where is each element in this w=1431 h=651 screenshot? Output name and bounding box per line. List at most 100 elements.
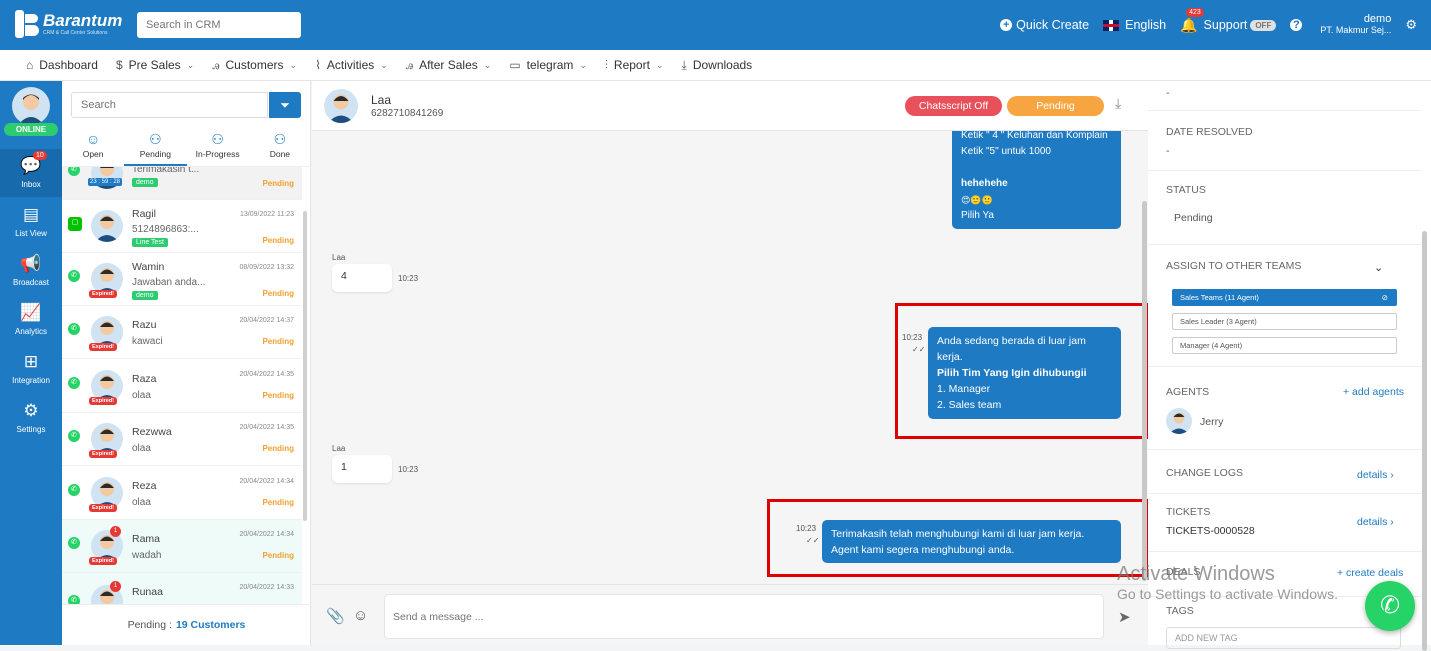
message-sender: Laa — [332, 253, 346, 262]
sidebar-item-inbox[interactable]: 💬 10 Inbox — [0, 149, 62, 197]
tags-label: TAGS — [1166, 605, 1194, 617]
nav-telegram[interactable]: ▭ telegram ⌄ — [509, 58, 587, 72]
left-sidebar: ONLINE 💬 10 Inbox ▤ List View 📢 Broadcas… — [0, 81, 62, 645]
plus-icon: + — [1000, 19, 1013, 31]
chat-name: Reza — [132, 480, 157, 492]
user-avatar[interactable] — [12, 87, 50, 125]
chevron-down-icon: ⌄ — [289, 59, 298, 70]
ticket-value[interactable]: TICKETS-0000528 — [1166, 525, 1255, 537]
chat-list-item[interactable]: ✆ 1 Runaa 20/04/2022 14:33 — [62, 573, 302, 604]
message-area-scrollbar[interactable] — [1142, 201, 1147, 581]
quick-create-button[interactable]: + Quick Create — [1000, 18, 1089, 32]
gear-icon[interactable]: ⚙ — [1405, 17, 1417, 33]
bell-icon[interactable]: 🔔 423 — [1180, 7, 1204, 34]
chat-list-scrollbar[interactable] — [303, 211, 307, 521]
sidebar-item-label: List View — [15, 229, 47, 238]
chat-list-item[interactable]: ✆ Expired! Wamin 08/09/2022 13:32 Jawaba… — [62, 253, 302, 306]
nav-after-sales[interactable]: ꭿ After Sales ⌄ — [406, 58, 492, 73]
sidebar-item-broadcast[interactable]: 📢 Broadcast — [0, 254, 62, 287]
chevron-down-icon: ⌄ — [186, 59, 195, 70]
chatscript-toggle-button[interactable]: Chatsscript Off — [905, 96, 1002, 116]
nav-downloads[interactable]: ⤓ Downloads — [682, 58, 753, 73]
line-chart-icon: 📈 — [20, 303, 42, 322]
nav-activities[interactable]: ⌇ Activities ⌄ — [315, 58, 388, 72]
download-icon[interactable]: ⤓ — [1115, 95, 1121, 112]
add-agents-link[interactable]: + add agents — [1343, 386, 1404, 398]
filter-button[interactable]: ⏷ — [269, 92, 301, 118]
tab-open[interactable]: ☺ Open — [62, 131, 124, 166]
brand-name: Barantum — [43, 11, 123, 30]
online-status-badge[interactable]: ONLINE — [4, 123, 58, 136]
nav-label: After Sales — [419, 58, 478, 72]
pending-summary-count[interactable]: 19 Customers — [176, 619, 245, 631]
sidebar-item-analytics[interactable]: 📈 Analytics — [0, 303, 62, 336]
expired-badge: Expired! — [89, 504, 118, 512]
windows-activation-watermark: Activate Windows Go to Settings to activ… — [1117, 563, 1338, 603]
chevron-down-icon[interactable]: ⌄ — [1374, 261, 1383, 274]
expired-badge: Expired! — [89, 397, 118, 405]
chat-search-input[interactable] — [71, 92, 268, 118]
status-value[interactable]: Pending — [1174, 212, 1213, 224]
message-line: Ketik "5" untuk 1000 — [961, 146, 1051, 157]
chat-list: ✆ 23 : 59 : 28 Terimakasih t... Pending … — [62, 167, 311, 604]
team-option-manager[interactable]: Manager (4 Agent) — [1172, 337, 1397, 354]
message-time: 10:23 — [902, 333, 923, 342]
change-logs-details-link[interactable]: details › — [1357, 469, 1394, 481]
brand-logo[interactable]: Barantum CRM & Call Center Solutions — [15, 10, 122, 38]
crm-search-input[interactable] — [137, 12, 301, 38]
chat-list-item[interactable]: ✆ Expired! Raza 20/04/2022 14:35 olaa Pe… — [62, 360, 302, 413]
date-resolved-value: - — [1166, 145, 1170, 157]
attachment-icon[interactable]: 📎 — [326, 607, 345, 625]
team-option-sales-teams[interactable]: Sales Teams (11 Agent) ⊘ — [1172, 289, 1397, 306]
message-input[interactable] — [384, 594, 1104, 639]
add-tag-input[interactable]: ADD NEW TAG — [1166, 627, 1401, 649]
agents-section: AGENTS + add agents Jerry — [1148, 367, 1421, 450]
whatsapp-floating-button[interactable]: ✆ — [1365, 581, 1415, 631]
support-toggle[interactable]: OFF — [1250, 19, 1277, 31]
chat-list-item[interactable]: ✆ 1 Expired! Rama 20/04/2022 14:34 wadah… — [62, 520, 302, 573]
support-menu[interactable]: 🔔 423 Support OFF — [1180, 7, 1277, 34]
team-option-sales-leader[interactable]: Sales Leader (3 Agent) — [1172, 313, 1397, 330]
users-icon: ꭿ — [212, 57, 220, 72]
user-menu[interactable]: demo PT. Makmur Sej... — [1320, 14, 1391, 36]
chat-list-item[interactable]: ▢ Ragil 13/09/2022 11:23 5124896863:... … — [62, 200, 302, 253]
help-button[interactable]: ? — [1290, 19, 1306, 31]
tab-done[interactable]: ⚇ Done — [249, 131, 311, 166]
nav-report[interactable]: ⫶ Report ⌄ — [605, 58, 664, 73]
create-deals-link[interactable]: + create deals — [1337, 567, 1403, 579]
nav-customers[interactable]: ꭿ Customers ⌄ — [212, 58, 297, 73]
language-selector[interactable]: English — [1103, 18, 1166, 32]
message-line: Anda sedang berada di luar jam kerja. — [937, 335, 1086, 363]
chat-name: Raza — [132, 373, 157, 385]
chat-name: Wamin — [132, 261, 165, 273]
contact-avatar[interactable] — [324, 89, 358, 123]
line-app-icon: ▢ — [68, 217, 82, 231]
message-line: 😍🙂🙂 — [961, 195, 993, 205]
sidebar-item-list-view[interactable]: ▤ List View — [0, 205, 62, 238]
grid-icon: ⊞ — [23, 352, 39, 371]
emoji-icon[interactable]: ☺ — [353, 607, 368, 624]
tab-pending[interactable]: ⚇ Pending — [124, 131, 187, 166]
tab-in-progress[interactable]: ⚇ In-Progress — [187, 131, 249, 166]
sidebar-item-settings[interactable]: ⚙ Settings — [0, 401, 62, 434]
detail-panel-scrollbar[interactable] — [1422, 231, 1427, 651]
pending-summary: Pending : 19 Customers — [62, 604, 311, 645]
message-bubble-in: 4 — [332, 264, 392, 292]
chat-list-item[interactable]: ✆ 23 : 59 : 28 Terimakasih t... Pending … — [62, 167, 302, 200]
chat-list-item[interactable]: ✆ Expired! Reza 20/04/2022 14:34 olaa Pe… — [62, 467, 302, 520]
send-icon[interactable]: ➤ — [1118, 608, 1131, 626]
dollar-icon: $ — [115, 58, 123, 72]
sidebar-item-label: Integration — [12, 376, 50, 385]
chat-list-item[interactable]: ✆ Expired! Razu 20/04/2022 14:37 kawaci … — [62, 306, 302, 359]
status-pending-button[interactable]: Pending — [1007, 96, 1104, 116]
sidebar-item-integration[interactable]: ⊞ Integration — [0, 352, 62, 385]
expired-badge: Expired! — [89, 557, 118, 565]
nav-dashboard[interactable]: ⌂ Dashboard — [26, 58, 98, 72]
tickets-details-link[interactable]: details › — [1357, 516, 1394, 528]
chat-list-item[interactable]: ✆ Expired! Rezwwa 20/04/2022 14:35 olaa … — [62, 413, 302, 466]
brand-logo-icon — [15, 10, 39, 38]
nav-pre-sales[interactable]: $ Pre Sales ⌄ — [116, 58, 194, 72]
chat-preview: Terimakasih t... — [132, 167, 200, 175]
message-bubble-out: Anda sedang berada di luar jam kerja. Pi… — [928, 327, 1121, 419]
watermark-title: Activate Windows — [1117, 563, 1275, 585]
